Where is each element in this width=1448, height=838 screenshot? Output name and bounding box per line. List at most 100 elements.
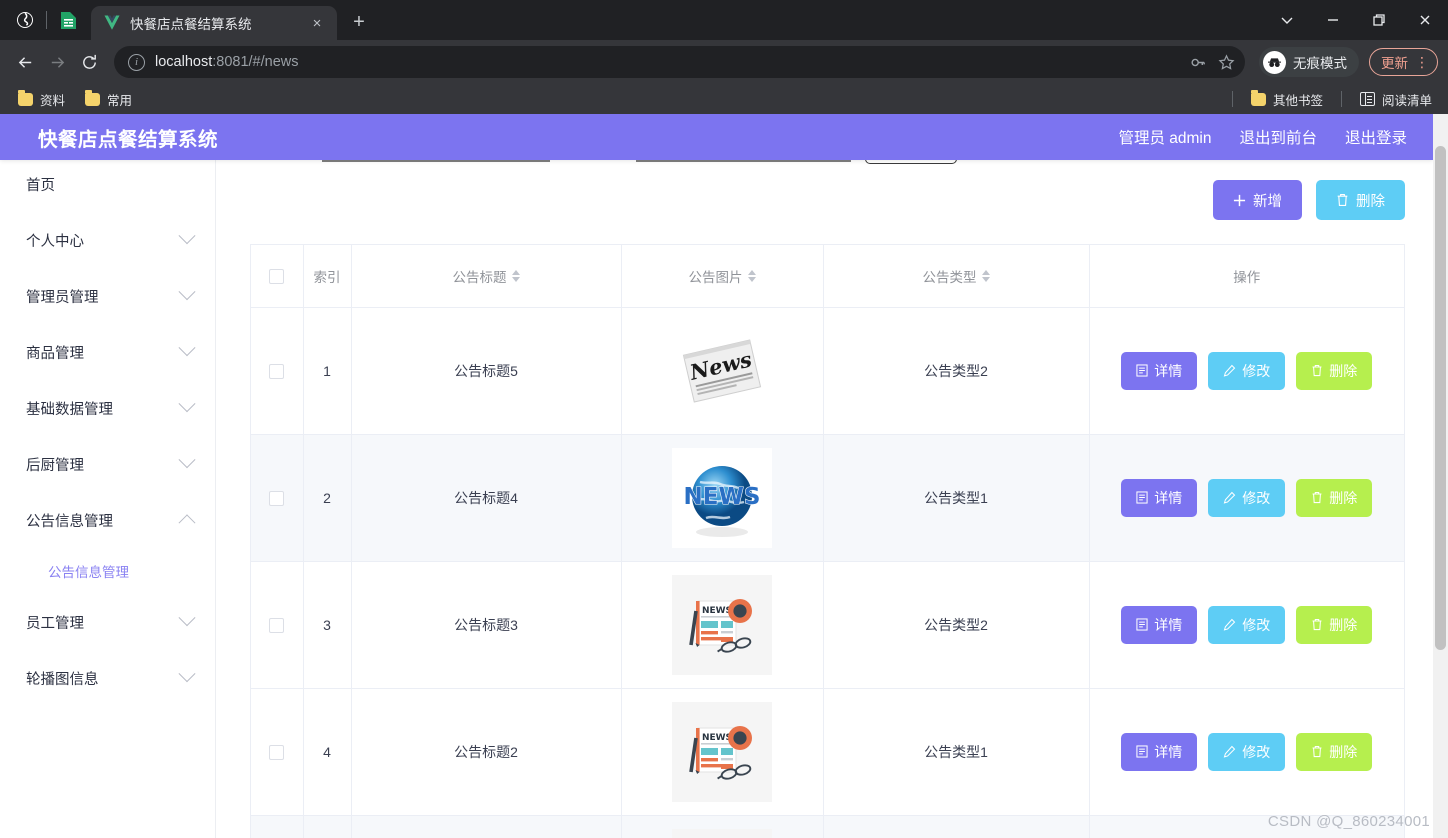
- trash-icon: [1312, 365, 1322, 377]
- scrollbar-thumb[interactable]: [1435, 146, 1446, 650]
- sidebar-item-staff-management[interactable]: 员工管理: [0, 594, 215, 650]
- select-all-checkbox[interactable]: [269, 268, 285, 284]
- new-tab-button[interactable]: +: [345, 8, 373, 36]
- address-bar[interactable]: i localhost:8081/#/news: [114, 46, 1245, 78]
- row-title: 公告标题4: [351, 434, 622, 562]
- chevron-down-icon: [178, 283, 196, 301]
- svg-text:NEWS: NEWS: [684, 484, 761, 510]
- sheets-app-icon[interactable]: [51, 3, 85, 37]
- delete-button[interactable]: 删除: [1296, 351, 1373, 390]
- sidebar-item-kitchen-management[interactable]: 后厨管理: [0, 436, 215, 492]
- page-scrollbar[interactable]: [1433, 114, 1448, 838]
- edit-button-label: 修改: [1242, 743, 1271, 760]
- news-paper-photo: News: [622, 320, 823, 421]
- forward-button[interactable]: [42, 47, 72, 77]
- edit-button[interactable]: 修改: [1208, 351, 1286, 390]
- chevron-down-icon: [178, 339, 196, 357]
- sidebar-item-admin-management[interactable]: 管理员管理: [0, 268, 215, 324]
- row-operations-cell: 详情 修改 删除: [1089, 688, 1404, 816]
- column-type[interactable]: 公告类型: [823, 245, 1090, 308]
- sidebar-item-basic-data-management[interactable]: 基础数据管理: [0, 380, 215, 436]
- edit-button[interactable]: 修改: [1208, 478, 1286, 517]
- sidebar-subitem-notice-management[interactable]: 公告信息管理: [0, 548, 215, 594]
- row-checkbox[interactable]: [269, 617, 285, 633]
- sort-icon[interactable]: [747, 269, 756, 282]
- row-checkbox[interactable]: [269, 363, 285, 379]
- trash-icon: [1312, 492, 1322, 504]
- sidebar-item-personal-center[interactable]: 个人中心: [0, 212, 215, 268]
- row-image-cell: NEWS: [621, 688, 824, 816]
- detail-button[interactable]: 详情: [1121, 351, 1198, 390]
- table-row: 1 公告标题5 News 公告类型2 详情 修改 删除: [251, 307, 1404, 435]
- column-select-all[interactable]: [251, 245, 304, 308]
- update-button[interactable]: 更新 ⋮: [1369, 48, 1438, 76]
- row-select-cell[interactable]: [251, 688, 304, 816]
- edit-button[interactable]: 修改: [1208, 732, 1286, 771]
- column-index-label: 索引: [313, 269, 341, 285]
- batch-delete-button[interactable]: 删除: [1316, 180, 1405, 220]
- exit-to-frontend-link[interactable]: 退出到前台: [1239, 126, 1317, 148]
- tab-title: 快餐店点餐结算系统: [130, 17, 252, 32]
- document-icon: [1136, 364, 1148, 377]
- key-icon[interactable]: [1185, 49, 1211, 75]
- close-window-button[interactable]: [1402, 0, 1448, 40]
- admin-user-link[interactable]: 管理员 admin: [1118, 126, 1211, 148]
- row-select-cell[interactable]: [251, 307, 304, 435]
- row-checkbox[interactable]: [269, 490, 285, 506]
- reading-list-icon: [1359, 92, 1375, 106]
- pencil-icon: [1223, 618, 1236, 631]
- row-select-cell[interactable]: [251, 561, 304, 689]
- delete-button[interactable]: 删除: [1296, 478, 1373, 517]
- sort-icon[interactable]: [511, 269, 520, 282]
- reload-button[interactable]: [74, 47, 104, 77]
- page-viewport: 首页 个人中心 管理员管理 商品管理 基础数据管理 后厨管理 公告信息管理 公告…: [0, 114, 1448, 838]
- sidebar-item-notice-management[interactable]: 公告信息管理: [0, 492, 215, 548]
- sidebar-item-home[interactable]: 首页: [0, 156, 215, 212]
- maximize-button[interactable]: [1356, 0, 1402, 40]
- browser-profile-icon[interactable]: [8, 3, 42, 37]
- folder-icon: [1250, 90, 1266, 106]
- row-select-cell[interactable]: [251, 815, 304, 838]
- detail-button[interactable]: 详情: [1121, 478, 1198, 517]
- bookmark-item[interactable]: 常用: [77, 87, 140, 112]
- reading-list-button[interactable]: 阅读清单: [1352, 87, 1440, 112]
- bookmark-star-icon[interactable]: [1213, 49, 1239, 75]
- row-image-cell: NEWS: [621, 561, 824, 689]
- back-button[interactable]: [10, 47, 40, 77]
- url-path: :8081/#/news: [212, 54, 299, 70]
- chevron-down-icon[interactable]: [1264, 0, 1310, 40]
- row-operations-cell: 详情 修改 删除: [1089, 307, 1404, 435]
- row-checkbox[interactable]: [269, 744, 285, 760]
- incognito-mode-indicator[interactable]: 无痕模式: [1259, 47, 1359, 77]
- sort-icon[interactable]: [981, 269, 990, 282]
- row-title: 公告标题2: [351, 688, 622, 816]
- update-label: 更新: [1381, 56, 1408, 71]
- delete-button[interactable]: 删除: [1296, 605, 1373, 644]
- table-row: 3 公告标题3 NEWS 公告类型2 详情 修改 删除: [251, 561, 1404, 689]
- add-button[interactable]: 新增: [1213, 180, 1302, 220]
- table-row: 4 公告标题2 NEWS 公告类型1 详情 修改 删除: [251, 688, 1404, 816]
- tab-divider: [46, 11, 47, 29]
- detail-button[interactable]: 详情: [1121, 605, 1198, 644]
- browser-tab[interactable]: 快餐店点餐结算系统 ×: [91, 6, 337, 40]
- sidebar-item-product-management[interactable]: 商品管理: [0, 324, 215, 380]
- reading-list-label: 阅读清单: [1381, 93, 1432, 108]
- site-info-icon[interactable]: i: [128, 53, 145, 71]
- logout-link[interactable]: 退出登录: [1345, 126, 1407, 148]
- delete-button[interactable]: 删除: [1296, 732, 1373, 771]
- tab-close-icon[interactable]: ×: [307, 13, 327, 33]
- chevron-down-icon: [178, 609, 196, 627]
- column-image[interactable]: 公告图片: [621, 245, 824, 308]
- chrome-menu-icon[interactable]: ⋮: [1411, 55, 1433, 69]
- edit-button[interactable]: 修改: [1208, 605, 1286, 644]
- row-select-cell[interactable]: [251, 434, 304, 562]
- detail-button[interactable]: 详情: [1121, 732, 1198, 771]
- other-bookmarks-button[interactable]: 其他书签: [1243, 87, 1331, 112]
- sidebar-item-carousel-info[interactable]: 轮播图信息: [0, 650, 215, 706]
- pencil-icon: [1223, 491, 1236, 504]
- column-title[interactable]: 公告标题: [351, 245, 622, 308]
- column-type-label: 公告类型: [922, 269, 977, 285]
- minimize-button[interactable]: [1310, 0, 1356, 40]
- column-title-label: 公告标题: [452, 269, 507, 285]
- bookmark-item[interactable]: 资料: [10, 87, 73, 112]
